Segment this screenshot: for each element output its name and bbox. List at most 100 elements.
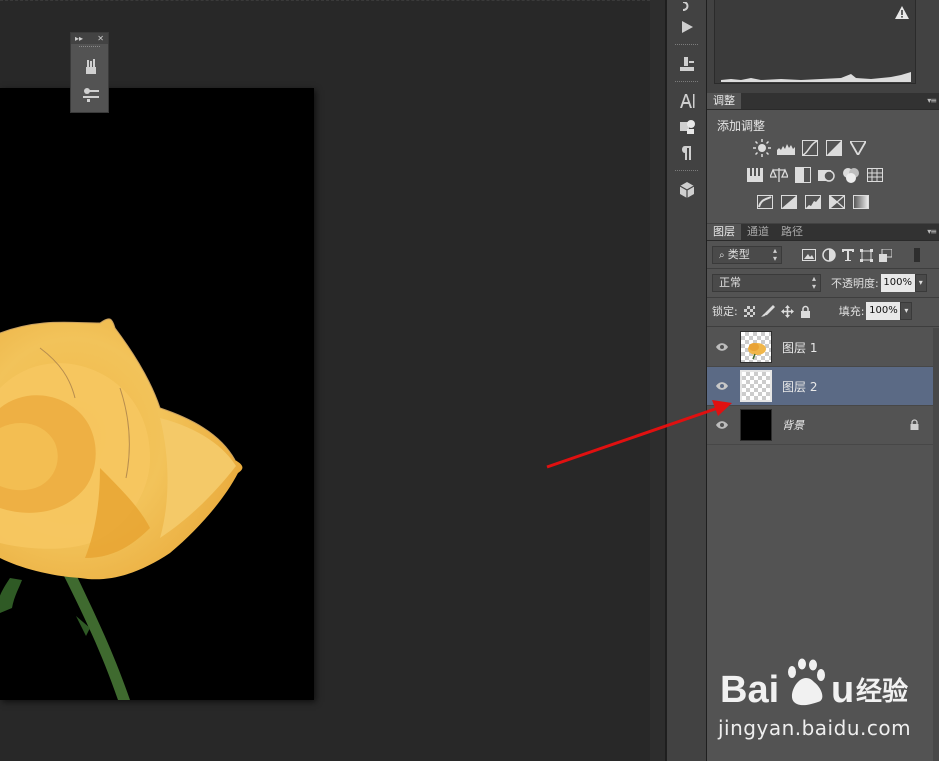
brush-preset-button[interactable]	[71, 53, 110, 81]
exposure-icon	[826, 140, 842, 156]
play-icon	[682, 21, 693, 33]
curves-button[interactable]	[800, 139, 820, 157]
layer-row[interactable]: 图层 1	[707, 328, 933, 367]
layer-name[interactable]: 背景	[782, 417, 804, 433]
invert-button[interactable]	[755, 193, 775, 211]
fill-input[interactable]: 100%	[866, 302, 901, 320]
histogram-panel[interactable]	[714, 0, 916, 84]
lock-pixels-icon[interactable]	[760, 305, 775, 317]
opacity-dropdown[interactable]: ▾	[914, 274, 927, 292]
layer-row[interactable]: 背景	[707, 406, 933, 445]
photo-filter-button[interactable]	[817, 166, 837, 184]
strip-grip[interactable]	[675, 44, 698, 47]
layer-visibility-toggle[interactable]	[707, 421, 737, 429]
lock-all-icon[interactable]	[800, 305, 811, 318]
vibrance-button[interactable]	[848, 139, 868, 157]
panel-menu-icon[interactable]: ▾≡	[927, 227, 937, 236]
floating-panel-header[interactable]: ▸▸ ✕	[71, 33, 108, 44]
collapse-icon[interactable]: ▸▸	[75, 34, 83, 43]
threshold-icon	[805, 195, 821, 209]
lock-icon	[910, 419, 919, 430]
layer-thumbnail	[740, 370, 772, 402]
canvas-workspace[interactable]: ▸▸ ✕	[0, 0, 650, 761]
levels-button[interactable]	[776, 139, 796, 157]
threshold-button[interactable]	[803, 193, 823, 211]
divider	[707, 268, 939, 269]
floating-tool-panel[interactable]: ▸▸ ✕	[70, 32, 109, 113]
opacity-label: 不透明度:	[831, 277, 879, 290]
tab-channels[interactable]: 通道	[741, 224, 775, 240]
hue-saturation-button[interactable]	[745, 166, 765, 184]
brush-settings-icon	[680, 57, 694, 71]
filter-shape-icon[interactable]	[860, 248, 873, 262]
selective-color-icon	[829, 195, 845, 209]
eye-icon	[716, 382, 728, 390]
3d-icon	[679, 182, 695, 198]
brush-presets-icon	[85, 59, 96, 74]
color-lookup-button[interactable]	[865, 166, 885, 184]
search-icon: ⌕	[719, 250, 728, 261]
brightness-icon	[753, 139, 771, 157]
panel-gutter	[650, 0, 666, 761]
brightness-contrast-button[interactable]	[752, 139, 772, 157]
strip-btn-character[interactable]	[667, 88, 707, 114]
svg-text:u: u	[831, 669, 854, 711]
channel-mixer-button[interactable]	[841, 166, 861, 184]
strip-btn-actions[interactable]	[667, 14, 707, 40]
strip-btn-history[interactable]	[667, 0, 707, 14]
filter-toggle[interactable]	[914, 248, 920, 262]
strip-btn-styles[interactable]	[667, 114, 707, 140]
posterize-button[interactable]	[779, 193, 799, 211]
selective-color-button[interactable]	[827, 193, 847, 211]
close-icon[interactable]: ✕	[97, 34, 104, 43]
strip-btn-3d[interactable]	[667, 177, 707, 203]
filter-adjustment-icon[interactable]	[822, 248, 836, 262]
color-balance-button[interactable]	[769, 166, 789, 184]
svg-text:经验: 经验	[856, 676, 908, 707]
layer-filter-row: ⌕ 类型 ▴ ▾	[712, 246, 920, 264]
strip-grip[interactable]	[675, 170, 698, 173]
tab-layers[interactable]: 图层	[707, 224, 741, 240]
panel-menu-icon[interactable]: ▾≡	[927, 96, 937, 105]
lock-position-icon[interactable]	[780, 304, 794, 318]
select-arrows-icon: ▴ ▾	[811, 274, 816, 291]
eye-icon	[716, 343, 728, 351]
strip-grip[interactable]	[675, 81, 698, 84]
layer-filter-select[interactable]: ⌕ 类型 ▴ ▾	[712, 246, 782, 264]
layer-name[interactable]: 图层 2	[782, 378, 817, 395]
adjustments-panel[interactable]: 调整 ▾≡ 添加调整	[707, 93, 939, 223]
document-canvas[interactable]	[0, 88, 314, 700]
exposure-button[interactable]	[824, 139, 844, 157]
right-panel-dock[interactable]: 调整 ▾≡ 添加调整 图层 通道 路径 ▾≡ ⌕ 类型 ▴ ▾ 正常 ▴ ▾ 不…	[707, 0, 939, 761]
tab-paths[interactable]: 路径	[775, 224, 809, 240]
layer-name[interactable]: 图层 1	[782, 339, 817, 356]
filter-smart-object-icon[interactable]	[879, 248, 892, 262]
filter-pixel-icon[interactable]	[802, 249, 816, 261]
opacity-input[interactable]: 100%	[880, 274, 915, 292]
vibrance-icon	[850, 141, 866, 155]
layer-visibility-toggle[interactable]	[707, 343, 737, 351]
divider	[707, 297, 939, 298]
adjustment-row-2	[745, 166, 885, 184]
strip-btn-clone-source[interactable]	[667, 51, 707, 77]
layers-scrollbar[interactable]	[933, 328, 939, 761]
tool-preset-button[interactable]	[71, 81, 110, 109]
panel-grip[interactable]	[79, 46, 100, 51]
filter-type-icon[interactable]	[842, 249, 854, 261]
layer-row-selected[interactable]: 图层 2	[707, 367, 933, 406]
lock-transparent-icon[interactable]	[743, 305, 755, 317]
blend-mode-select[interactable]: 正常 ▴ ▾	[712, 274, 821, 292]
gradient-map-button[interactable]	[851, 193, 871, 211]
add-adjustment-title: 添加调整	[717, 119, 766, 133]
select-arrows-icon: ▴ ▾	[772, 246, 777, 263]
tab-adjustments[interactable]: 调整	[707, 93, 741, 109]
layer-visibility-toggle[interactable]	[707, 382, 737, 390]
collapsed-panel-strip[interactable]	[666, 0, 707, 761]
strip-btn-paragraph[interactable]	[667, 140, 707, 166]
fill-dropdown[interactable]: ▾	[900, 302, 913, 320]
layer-thumbnail	[740, 331, 772, 363]
posterize-icon	[781, 195, 797, 209]
histogram-warning-icon[interactable]	[895, 6, 909, 19]
black-white-button[interactable]	[793, 166, 813, 184]
eye-icon	[716, 421, 728, 429]
